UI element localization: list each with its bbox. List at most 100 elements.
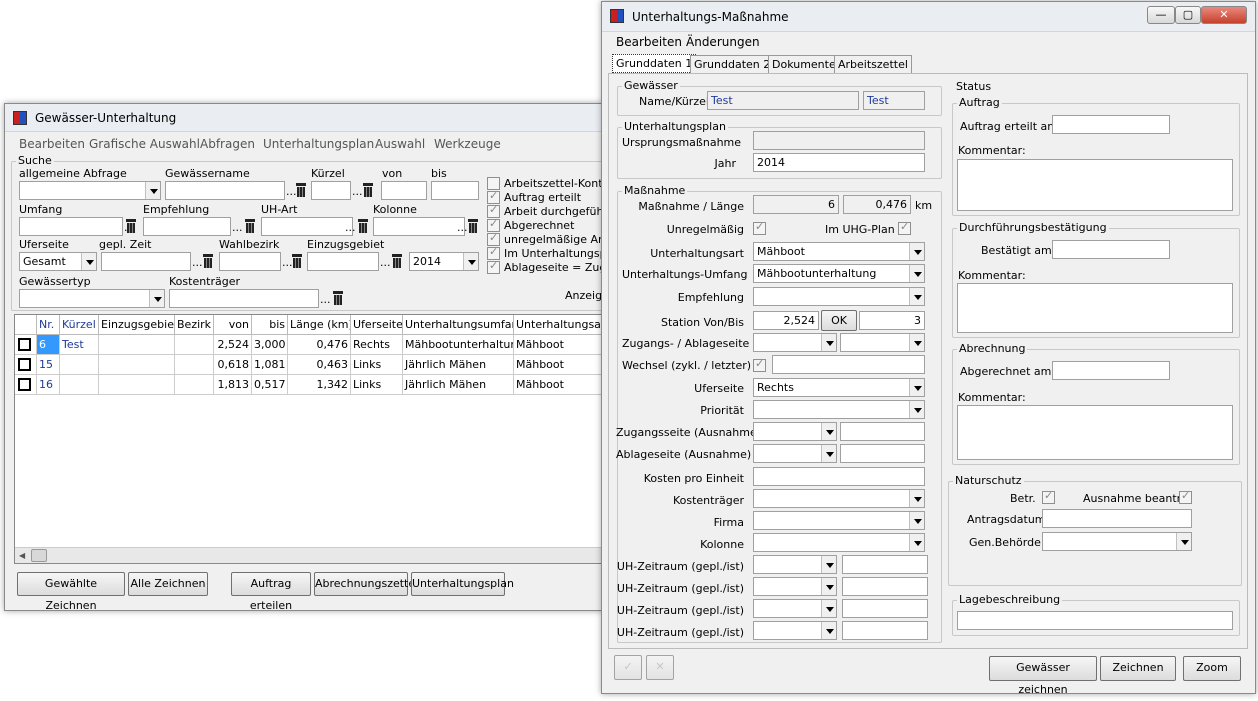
table-cell-laenge[interactable]: 1,342 <box>288 375 351 395</box>
check-im-uhg-plan[interactable] <box>898 220 911 235</box>
ellipsis-button[interactable]: ... <box>380 256 391 269</box>
unterhaltungs-umfang-select[interactable]: Mähbootunterhaltung <box>753 264 925 283</box>
table-cell-einzugsgebiet[interactable] <box>99 355 175 375</box>
ablageseite-select[interactable] <box>840 333 925 352</box>
table-cell-art[interactable]: Mähboot <box>514 335 606 355</box>
edit-cancel-button[interactable]: ✕ <box>646 655 674 680</box>
ellipsis-button[interactable]: ... <box>192 256 203 269</box>
uh-zeitraum-select[interactable] <box>753 555 837 574</box>
table-cell-kuerzel[interactable] <box>60 355 99 375</box>
uh-zeitraum-select[interactable] <box>753 621 837 640</box>
check-wechsel[interactable] <box>753 357 766 372</box>
table-cell-einzugsgebiet[interactable] <box>99 335 175 355</box>
ablageseite-ausnahme-select[interactable] <box>753 444 837 463</box>
table-cell-art[interactable]: Mähboot <box>514 375 606 395</box>
ellipsis-button[interactable]: ... <box>320 293 331 306</box>
table-row-selector[interactable] <box>15 335 37 355</box>
menu-bearbeiten[interactable]: Bearbeiten <box>19 137 85 151</box>
antragsdatum-input[interactable] <box>1042 509 1192 528</box>
menu-unterhaltungsplan[interactable]: Unterhaltungsplan <box>263 137 374 151</box>
menu-abfragen[interactable]: Abfragen <box>200 137 255 151</box>
edit-accept-button[interactable]: ✓ <box>614 655 642 680</box>
wahlbezirk-input[interactable] <box>219 252 281 271</box>
menu-aenderungen[interactable]: Änderungen <box>686 35 760 49</box>
ellipsis-button[interactable]: ... <box>457 221 468 234</box>
minimize-button[interactable]: — <box>1147 6 1175 24</box>
row-checkbox[interactable] <box>18 378 31 391</box>
wechsel-input[interactable] <box>772 355 925 374</box>
col-header-uferseite[interactable]: Uferseite <box>351 315 403 335</box>
zugangsseite-ausnahme-input[interactable] <box>840 422 925 441</box>
gewaessername-input[interactable] <box>165 181 285 200</box>
auftrag-erteilt-am-input[interactable] <box>1052 115 1170 134</box>
ellipsis-button[interactable]: ... <box>352 185 363 198</box>
table-cell-umfang[interactable]: Mähbootunterhaltung <box>403 335 514 355</box>
table-cell-bezirk[interactable] <box>175 335 214 355</box>
ablageseite-ausnahme-input[interactable] <box>840 444 925 463</box>
ellipsis-button[interactable]: ... <box>232 221 243 234</box>
check-ausnahme-beantr[interactable] <box>1179 489 1192 504</box>
col-header-von[interactable]: von <box>214 315 252 335</box>
table-cell-uferseite[interactable]: Links <box>351 375 403 395</box>
table-cell-kuerzel[interactable]: Test <box>60 335 99 355</box>
col-header-unterhaltungsumfang[interactable]: Unterhaltungsumfang <box>403 315 514 335</box>
auftrag-erteilen-button[interactable]: Auftrag erteilen <box>231 572 311 612</box>
tab-dokumente[interactable]: Dokumente <box>768 55 840 73</box>
ellipsis-button[interactable]: ... <box>345 221 356 234</box>
bis-input[interactable] <box>431 181 479 200</box>
table-row-selector[interactable] <box>15 375 37 395</box>
von-input[interactable] <box>381 181 427 200</box>
kolonne-input[interactable] <box>373 217 465 236</box>
abfrage-select[interactable] <box>19 181 161 200</box>
gewaessertyp-select[interactable] <box>19 289 165 308</box>
trash-icon[interactable] <box>391 254 403 268</box>
menu-auswahl[interactable]: Auswahl <box>375 137 425 151</box>
row-checkbox[interactable] <box>18 338 31 351</box>
col-header-laenge[interactable]: Länge (km) <box>288 315 351 335</box>
col-header-bezirk[interactable]: Bezirk <box>175 315 214 335</box>
zeichnen-button[interactable]: Zeichnen <box>1100 656 1176 681</box>
check-ablageseite[interactable] <box>487 259 500 274</box>
table-cell-von[interactable]: 0,618 <box>214 355 252 375</box>
auftrag-kommentar-input[interactable] <box>957 159 1233 211</box>
col-header-einzugsgebiet[interactable]: Einzugsgebiet <box>99 315 175 335</box>
table-cell-von[interactable]: 2,524 <box>214 335 252 355</box>
table-cell-bis[interactable]: 1,081 <box>252 355 288 375</box>
table-cell-von[interactable]: 1,813 <box>214 375 252 395</box>
table-row-selector[interactable] <box>15 355 37 375</box>
col-header-bis[interactable]: bis <box>252 315 288 335</box>
menu-grafische-auswahl[interactable]: Grafische Auswahl <box>89 137 200 151</box>
kuerzel-input[interactable] <box>311 181 351 200</box>
scroll-thumb[interactable] <box>31 549 47 562</box>
kolonne-select[interactable] <box>753 533 925 552</box>
uh-zeitraum-input[interactable] <box>842 599 928 618</box>
row-checkbox[interactable] <box>18 358 31 371</box>
gen-behoerde-select[interactable] <box>1042 532 1192 551</box>
tab-grunddaten-2[interactable]: Grunddaten 2 <box>690 55 775 73</box>
col-header-nr[interactable]: Nr. <box>37 315 60 335</box>
col-header-kuerzel[interactable]: Kürzel <box>60 315 99 335</box>
uh-zeitraum-select[interactable] <box>753 577 837 596</box>
tab-arbeitszettel[interactable]: Arbeitszettel <box>834 55 912 73</box>
check-betr[interactable] <box>1042 489 1055 504</box>
table-cell-bis[interactable]: 0,517 <box>252 375 288 395</box>
table-cell-bezirk[interactable] <box>175 375 214 395</box>
gewaehlte-zeichnen-button[interactable]: Gewählte Zeichnen <box>17 572 125 612</box>
uh-zeitraum-input[interactable] <box>842 577 928 596</box>
alle-zeichnen-button[interactable]: Alle Zeichnen <box>128 572 208 596</box>
abgerechnet-am-input[interactable] <box>1052 361 1170 380</box>
table-cell-nr[interactable]: 6 <box>37 335 60 355</box>
station-von-input[interactable]: 2,524 <box>753 311 819 330</box>
trash-icon[interactable] <box>362 183 374 197</box>
horizontal-scrollbar[interactable]: ◀ <box>15 547 606 563</box>
trash-icon[interactable] <box>357 219 369 233</box>
table-cell-laenge[interactable]: 0,476 <box>288 335 351 355</box>
uh-zeitraum-input[interactable] <box>842 555 928 574</box>
uh-zeitraum-select[interactable] <box>753 599 837 618</box>
umfang-input[interactable] <box>19 217 123 236</box>
table-cell-kuerzel[interactable] <box>60 375 99 395</box>
uferseite-select[interactable]: Gesamt <box>19 252 97 271</box>
table-cell-bezirk[interactable] <box>175 355 214 375</box>
trash-icon[interactable] <box>291 254 303 268</box>
zugangsseite-ausnahme-select[interactable] <box>753 422 837 441</box>
